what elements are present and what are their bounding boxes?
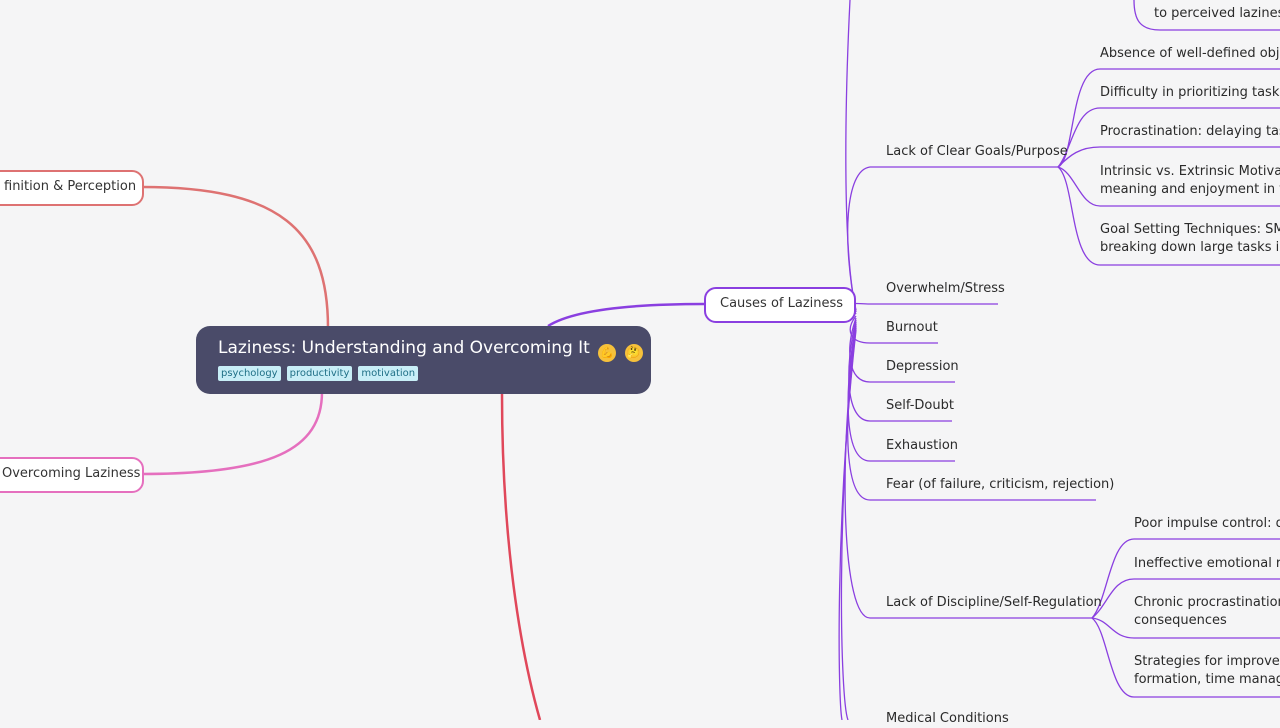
root-title-text: Laziness: Understanding and Overcoming I… [218, 338, 590, 358]
node-chronic-line1: Chronic procrastination: [1134, 595, 1280, 610]
node-difficulty-prioritizing[interactable]: Difficulty in prioritizing tasks: i [1100, 84, 1280, 102]
wire-down [500, 393, 542, 720]
wire-causes [547, 302, 705, 328]
branch-causes-of-laziness[interactable]: Causes of Laziness [704, 287, 856, 323]
node-ineffective-emotional[interactable]: Ineffective emotional reg [1134, 555, 1280, 573]
node-chronic-line2: consequences [1134, 613, 1227, 628]
node-medical-conditions[interactable]: Medical Conditions [886, 710, 1009, 728]
node-strategies-line1: Strategies for improveme [1134, 654, 1280, 669]
branch-definition-perception[interactable]: finition & Perception [0, 170, 144, 206]
node-absence-objectives[interactable]: Absence of well-defined objec [1100, 45, 1280, 63]
tag-productivity[interactable]: productivity [286, 366, 353, 381]
node-intrinsic-extrinsic[interactable]: Intrinsic vs. Extrinsic Motivatio meanin… [1100, 163, 1280, 199]
flexed-biceps-icon: 💪 [598, 344, 617, 362]
root-title: Laziness: Understanding and Overcoming I… [218, 336, 643, 362]
root-node[interactable]: Laziness: Understanding and Overcoming I… [196, 326, 651, 394]
node-goal-setting-line2: breaking down large tasks into [1100, 240, 1280, 255]
tag-psychology[interactable]: psychology [218, 366, 281, 381]
node-poor-impulse-control[interactable]: Poor impulse control: dif [1134, 515, 1280, 533]
node-lack-clear-goals[interactable]: Lack of Clear Goals/Purpose [886, 143, 1068, 161]
node-intrinsic-line2: meaning and enjoyment in tas [1100, 182, 1280, 197]
node-intrinsic-line1: Intrinsic vs. Extrinsic Motivatio [1100, 164, 1280, 179]
node-goal-setting-line1: Goal Setting Techniques: SMAI [1100, 222, 1280, 237]
wire-definition [141, 185, 330, 329]
thinking-face-icon: 🤔 [624, 344, 643, 362]
wire-overcoming [141, 391, 324, 476]
node-exhaustion[interactable]: Exhaustion [886, 437, 958, 455]
node-fear[interactable]: Fear (of failure, criticism, rejection) [886, 476, 1114, 494]
node-perceived-laziness[interactable]: to perceived laziness [1154, 5, 1280, 23]
node-chronic-procrastination[interactable]: Chronic procrastination: consequences [1134, 594, 1280, 630]
node-procrastination-delaying[interactable]: Procrastination: delaying tasks [1100, 123, 1280, 141]
root-tags: psychology productivity motivation [218, 366, 629, 381]
node-overwhelm-stress[interactable]: Overwhelm/Stress [886, 280, 1005, 298]
node-strategies-line2: formation, time manage [1134, 672, 1280, 687]
node-burnout[interactable]: Burnout [886, 319, 938, 337]
tag-motivation[interactable]: motivation [358, 366, 419, 381]
node-depression[interactable]: Depression [886, 358, 959, 376]
node-goal-setting[interactable]: Goal Setting Techniques: SMAI breaking d… [1100, 221, 1280, 257]
node-self-doubt[interactable]: Self-Doubt [886, 397, 954, 415]
branch-overcoming-laziness[interactable]: Overcoming Laziness [0, 457, 144, 493]
node-lack-discipline[interactable]: Lack of Discipline/Self-Regulation [886, 594, 1102, 612]
node-strategies-improvement[interactable]: Strategies for improveme formation, time… [1134, 653, 1280, 689]
